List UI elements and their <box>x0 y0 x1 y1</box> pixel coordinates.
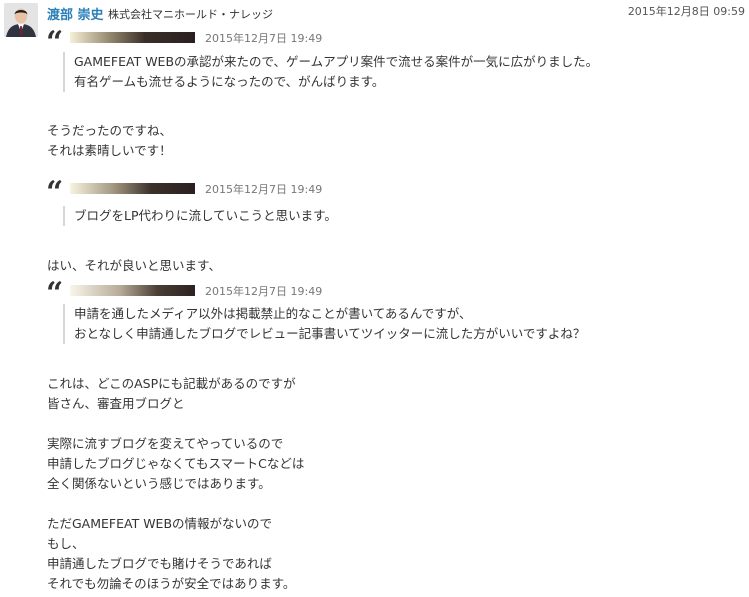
reply-text: はい、それが良いと思います、 <box>47 256 221 276</box>
avatar-photo-icon <box>4 3 38 37</box>
reply-text: これは、どこのASPにも記載があるのですが 皆さん、審査用ブログと 実際に流すブ… <box>47 374 304 594</box>
author-name[interactable]: 渡部 崇史 <box>47 4 104 23</box>
post-timestamp: 2015年12月8日 09:59 <box>627 5 745 18</box>
reply-line: 皆さん、審査用ブログと <box>47 396 185 411</box>
quote-timestamp: 2015年12月7日 19:49 <box>205 183 323 196</box>
reply-line: これは、どこのASPにも記載があるのですが <box>47 376 296 391</box>
reply-line: 申請通したブログでも賭けそうであれば <box>47 556 272 571</box>
reply-line: もし、 <box>47 536 85 551</box>
reply-line <box>47 494 304 514</box>
quote-body: 申請を通したメディア以外は掲載禁止的なことが書いてあるんですが、 おとなしく申請… <box>63 304 585 344</box>
quote-icon: “ <box>46 175 63 210</box>
quote-line: GAMEFEAT WEBの承認が来たので、ゲームアプリ案件で流せる案件が一気に広… <box>74 54 599 69</box>
reply-line: それは素晴しいです！ <box>47 143 172 158</box>
redacted-username <box>70 32 195 43</box>
quote-timestamp: 2015年12月7日 19:49 <box>205 32 323 45</box>
redacted-username <box>70 183 195 194</box>
quote-body: GAMEFEAT WEBの承認が来たので、ゲームアプリ案件で流せる案件が一気に広… <box>63 52 598 92</box>
reply-line: はい、それが良いと思います、 <box>47 258 222 273</box>
quote-line: おとなしく申請通したブログでレビュー記事書いてツイッターに流した方がいいですよね… <box>74 326 586 341</box>
redacted-username <box>70 285 195 296</box>
reply-line <box>47 414 304 434</box>
reply-text: そうだったのですね、 それは素晴しいです！ <box>47 121 172 161</box>
reply-line: 実際に流すブログを変えてやっているので <box>47 436 284 451</box>
quote-icon: “ <box>46 25 63 60</box>
comment-post: 渡部 崇史 株式会社マニホールド・ナレッジ 2015年12月8日 09:59 “… <box>0 0 749 597</box>
reply-line: それでも勿論そのほうが安全ではあります。 <box>47 576 296 591</box>
author-avatar[interactable] <box>4 3 38 37</box>
quote-line: ブログをLP代わりに流していこうと思います。 <box>74 208 337 223</box>
quote-line: 有名ゲームも流せるようになったので、がんばります。 <box>74 74 385 89</box>
quote-line: 申請を通したメディア以外は掲載禁止的なことが書いてあるんですが、 <box>74 306 472 321</box>
quote-timestamp: 2015年12月7日 19:49 <box>205 285 323 298</box>
reply-line: ただGAMEFEAT WEBの情報がないので <box>47 516 273 531</box>
reply-line: 申請したブログじゃなくてもスマートCなどは <box>47 456 305 471</box>
quote-body: ブログをLP代わりに流していこうと思います。 <box>63 206 337 226</box>
quote-icon: “ <box>46 276 63 311</box>
reply-line: そうだったのですね、 <box>47 123 173 138</box>
author-company: 株式会社マニホールド・ナレッジ <box>108 8 273 21</box>
reply-line: 全く関係ないという感じではあります。 <box>47 476 271 491</box>
